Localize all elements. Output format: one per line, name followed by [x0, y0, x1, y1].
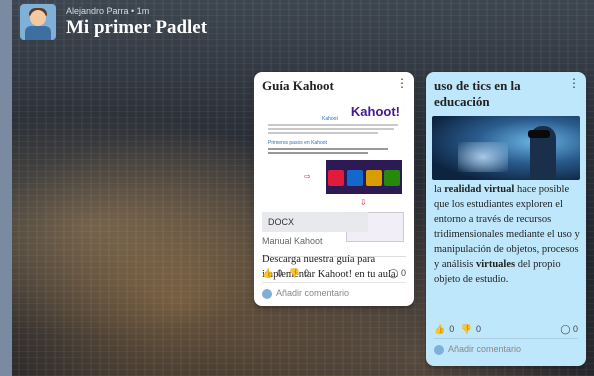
post-body-text: hace posible que los estudiantes explore…: [434, 184, 580, 270]
more-vertical-icon[interactable]: ⋮: [396, 76, 408, 90]
post-title: Guía Kahoot: [262, 78, 334, 93]
more-vertical-icon[interactable]: ⋮: [568, 76, 580, 90]
thumb-tile-blue: [347, 170, 363, 186]
divider: [262, 282, 406, 283]
divider: [434, 338, 578, 339]
thumb-tile-yellow: [366, 170, 382, 186]
post-body: la realidad virtual hace posible que los…: [434, 182, 584, 287]
thumbs-down-icon[interactable]: 👎: [461, 324, 472, 334]
dislike-count: 0: [303, 268, 309, 278]
thumb-text-line: [268, 152, 368, 154]
reactions: 👍 0 👎 0: [262, 268, 313, 279]
thumbs-up-icon[interactable]: 👍: [434, 324, 445, 334]
thumb-tile-green: [384, 170, 400, 186]
post-card-tics[interactable]: uso de tics en la educación ⋮ la realida…: [426, 72, 586, 366]
thumb-quiz-panel: [326, 160, 402, 194]
thumb-heading: Kahoot: [322, 116, 338, 122]
attachment-preview[interactable]: Kahoot! Kahoot Primeros pasos en Kahoot …: [262, 100, 406, 257]
avatar: [262, 288, 272, 299]
avatar: [434, 344, 444, 355]
thumb-subheading: Primeros pasos en Kahoot: [268, 140, 327, 146]
attachment-type-badge: DOCX: [262, 212, 368, 232]
author-meta: Alejandro Parra • 1m: [66, 6, 150, 16]
thumb-text-line: [268, 128, 394, 130]
comment-bubble-icon: ◯: [388, 268, 399, 278]
add-comment-label: Añadir comentario: [448, 344, 522, 354]
thumb-tile-red: [328, 170, 344, 186]
add-comment-field[interactable]: Añadir comentario: [434, 344, 521, 355]
post-body-text: la: [434, 184, 445, 195]
avatar-face: [30, 10, 46, 26]
arrow-right-icon: ⇨: [304, 172, 311, 181]
comment-count-value: 0: [400, 268, 406, 278]
add-comment-label: Añadir comentario: [276, 288, 350, 298]
avatar-body: [25, 26, 51, 40]
like-count: 0: [277, 268, 283, 278]
post-body-bold: realidad virtual: [444, 184, 515, 195]
post-card-kahoot[interactable]: Guía Kahoot ⋮ Kahoot! Kahoot Primeros pa…: [254, 72, 414, 306]
thumbs-up-icon[interactable]: 👍: [262, 268, 273, 278]
comment-count[interactable]: ◯ 0: [560, 324, 578, 335]
vr-headset: [528, 130, 550, 138]
post-title: uso de tics en la educación: [434, 78, 521, 109]
vr-student-image[interactable]: [432, 116, 580, 180]
post-body-bold: virtuales: [476, 259, 516, 270]
thumb-text-line: [268, 124, 398, 126]
dislike-count: 0: [475, 324, 481, 334]
avatar[interactable]: [20, 4, 56, 40]
thumbs-down-icon[interactable]: 👎: [289, 268, 300, 278]
add-comment-field[interactable]: Añadir comentario: [262, 288, 349, 299]
page-title: Mi primer Padlet: [66, 17, 208, 38]
thumb-text-line: [268, 132, 378, 134]
comment-count[interactable]: ◯ 0: [388, 268, 406, 279]
arrow-down-icon: ⇩: [360, 198, 367, 207]
comment-count-value: 0: [572, 324, 578, 334]
reactions: 👍 0 👎 0: [434, 324, 485, 335]
thumb-text-line: [268, 148, 388, 150]
comment-bubble-icon: ◯: [560, 324, 571, 334]
like-count: 0: [449, 324, 455, 334]
left-edge-strip: [0, 0, 12, 376]
attachment-name: Manual Kahoot: [262, 236, 323, 246]
kahoot-logo: Kahoot!: [350, 104, 400, 119]
hologram-glow: [458, 142, 508, 172]
